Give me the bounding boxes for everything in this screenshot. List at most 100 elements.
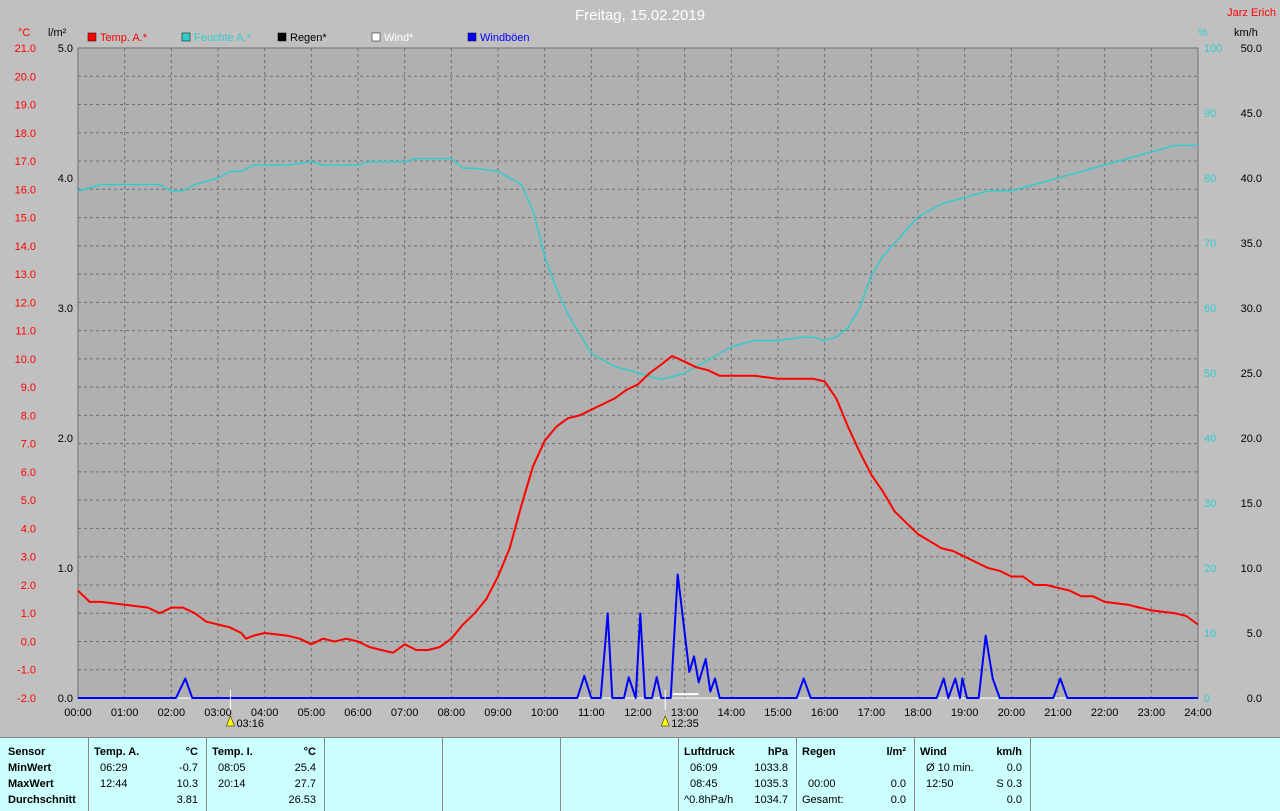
temp-tick-label: 17.0 — [15, 156, 36, 168]
sensor-header: Sensor — [8, 746, 46, 758]
time-tick-label: 12:00 — [624, 707, 652, 719]
wind-tick-label: 50.0 — [1241, 43, 1262, 55]
temp-tick-label: 6.0 — [21, 467, 36, 479]
wind-avg-value: 0.0 — [1006, 762, 1022, 774]
rain-tick-label: 3.0 — [58, 303, 73, 315]
time-tick-label: 09:00 — [484, 707, 512, 719]
time-tick-label: 06:00 — [344, 707, 372, 719]
temp-i-header: Temp. I. — [212, 746, 253, 758]
wind-tick-label: 10.0 — [1241, 563, 1262, 575]
wind-tick-label: 35.0 — [1241, 238, 1262, 250]
temp-tick-label: 18.0 — [15, 128, 36, 140]
humidity-tick-label: 20 — [1204, 563, 1216, 575]
legend-label: Feuchte A.* — [194, 32, 252, 44]
temp-tick-label: 8.0 — [21, 410, 36, 422]
wind-avg-label: Ø 10 min. — [926, 762, 974, 774]
pressure-max-value: 1035.3 — [754, 778, 788, 790]
empty-column-2 — [442, 738, 561, 811]
pressure-trend-label: ^0.8hPa/h — [684, 794, 734, 806]
marker-label: 03:16 — [236, 718, 264, 730]
wind-max-value: S 0.3 — [996, 778, 1022, 790]
temp-tick-label: 0.0 — [21, 636, 36, 648]
legend-label: Regen* — [290, 32, 327, 44]
temp-a-unit: °C — [185, 746, 198, 758]
time-tick-label: 19:00 — [951, 707, 979, 719]
temp-tick-label: 19.0 — [15, 100, 36, 112]
wind-max-time: 12:50 — [926, 778, 954, 790]
rain-column: Regen l/m² 00:00 0.0 Gesamt: 0.0 — [796, 738, 915, 811]
temp-tick-label: 11.0 — [15, 326, 36, 338]
min-row-label: MinWert — [8, 762, 52, 774]
pressure-column: Luftdruck hPa 06:09 1033.8 08:45 1035.3 … — [678, 738, 797, 811]
time-tick-label: 18:00 — [904, 707, 932, 719]
temp-a-min-time: 06:29 — [100, 762, 128, 774]
rain-header: Regen — [802, 746, 836, 758]
rain-time: 00:00 — [808, 778, 836, 790]
time-tick-label: 07:00 — [391, 707, 419, 719]
temp-tick-label: 9.0 — [21, 382, 36, 394]
time-tick-label: 11:00 — [578, 707, 605, 719]
legend-swatch — [87, 32, 97, 42]
wind-unit-label: km/h — [1234, 27, 1258, 39]
avg-row-label: Durchschnitt — [8, 794, 76, 806]
temp-i-column: Temp. I. °C 08:05 25.4 20:14 27.7 26.53 — [206, 738, 325, 811]
wind-tick-label: 20.0 — [1241, 433, 1262, 445]
temp-i-max-time: 20:14 — [218, 778, 246, 790]
wind-tick-label: 25.0 — [1241, 368, 1262, 380]
max-row-label: MaxWert — [8, 778, 54, 790]
legend-label: Windböen — [480, 32, 530, 44]
temp-tick-label: 16.0 — [15, 184, 36, 196]
pressure-max-time: 08:45 — [690, 778, 718, 790]
wind-tick-label: 15.0 — [1241, 498, 1262, 510]
temp-i-min-time: 08:05 — [218, 762, 246, 774]
temp-tick-label: 14.0 — [15, 241, 36, 253]
temp-tick-label: 13.0 — [15, 269, 36, 281]
time-tick-label: 02:00 — [158, 707, 186, 719]
temp-tick-label: 5.0 — [21, 495, 36, 507]
temp-i-min-value: 25.4 — [294, 762, 316, 774]
time-tick-label: 16:00 — [811, 707, 839, 719]
humidity-tick-label: 50 — [1204, 368, 1216, 380]
time-tick-label: 08:00 — [438, 707, 466, 719]
wind-header: Wind — [920, 746, 947, 758]
author-label: Jarz Erich — [1227, 7, 1276, 19]
time-tick-label: 14:00 — [718, 707, 746, 719]
humidity-unit-label: % — [1198, 27, 1208, 39]
rain-tick-label: 4.0 — [58, 173, 73, 185]
pressure-unit: hPa — [767, 746, 788, 758]
rain-value: 0.0 — [890, 778, 906, 790]
humidity-tick-label: 70 — [1204, 238, 1216, 250]
wind-column: Wind km/h Ø 10 min. 0.0 12:50 S 0.3 0.0 — [914, 738, 1031, 811]
temp-tick-label: -2.0 — [17, 693, 36, 705]
humidity-tick-label: 100 — [1204, 43, 1222, 55]
temp-a-column: Temp. A. °C 06:29 -0.7 12:44 10.3 3.81 — [88, 738, 207, 811]
rain-unit: l/m² — [886, 746, 906, 758]
humidity-tick-label: 10 — [1204, 628, 1216, 640]
temp-tick-label: 20.0 — [15, 71, 36, 83]
temp-tick-label: -1.0 — [17, 665, 36, 677]
temp-tick-label: 15.0 — [15, 213, 36, 225]
rain-tick-label: 2.0 — [58, 433, 73, 445]
empty-column-1 — [324, 738, 443, 811]
time-tick-label: 22:00 — [1091, 707, 1119, 719]
rain-tick-label: 0.0 — [58, 693, 73, 705]
legend-swatch — [181, 32, 191, 42]
wind-extra-value: 0.0 — [1006, 794, 1022, 806]
legend-swatch — [277, 32, 287, 42]
temp-a-max-time: 12:44 — [100, 778, 128, 790]
legend-swatch — [371, 32, 381, 42]
temp-tick-label: 2.0 — [21, 580, 36, 592]
humidity-tick-label: 40 — [1204, 433, 1216, 445]
temp-tick-label: 21.0 — [15, 43, 36, 55]
legend-label: Temp. A.* — [100, 32, 148, 44]
legend-label: Wind* — [384, 32, 414, 44]
temp-a-avg-value: 3.81 — [176, 794, 198, 806]
pressure-min-time: 06:09 — [690, 762, 718, 774]
marker-label: 12:35 — [671, 718, 699, 730]
temp-tick-label: 7.0 — [21, 439, 36, 451]
time-tick-label: 03:00 — [204, 707, 232, 719]
humidity-tick-label: 90 — [1204, 108, 1216, 120]
temp-i-max-value: 27.7 — [294, 778, 316, 790]
weather-chart: 21.0 20.0 19.0 18.0 17.0 16.0 15.0 14.0 13.0 12.0… — [0, 0, 1280, 737]
temp-i-avg-value: 26.53 — [288, 794, 316, 806]
